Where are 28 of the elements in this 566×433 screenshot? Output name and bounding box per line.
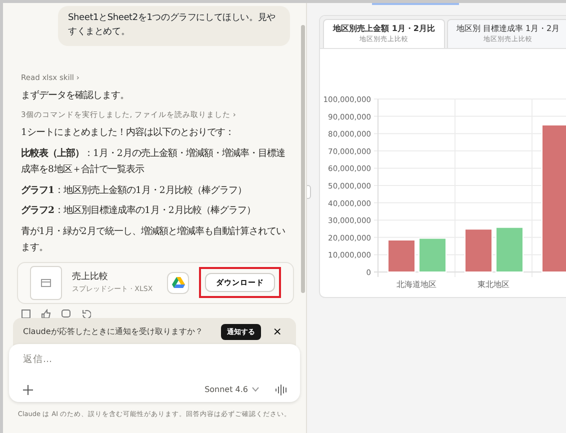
bar <box>496 226 524 272</box>
voice-icon[interactable] <box>275 384 288 396</box>
model-selector[interactable]: Sonnet 4.6 <box>204 384 248 396</box>
thumbs-up-icon[interactable] <box>41 308 51 318</box>
drive-button[interactable] <box>167 272 189 294</box>
spreadsheet-thumbnail-icon <box>30 266 62 300</box>
response-paragraph: グラフ2：地区別目標達成率の1月・2月比較（棒グラフ） <box>21 204 256 218</box>
x-axis-label: 東北地区 <box>478 280 510 289</box>
drive-logo-icon <box>172 277 184 288</box>
reply-field[interactable]: 返信... Sonnet 4.6 <box>9 344 300 402</box>
notification-text: Claudeが応答したときに通知を受け取りますか？ <box>23 326 204 338</box>
copy-icon[interactable] <box>21 308 31 318</box>
bar <box>464 228 492 272</box>
bar <box>388 239 416 272</box>
retry-icon[interactable] <box>81 308 91 318</box>
response-paragraph: 青が1月・緑が2月で統一し、増減額と増減率も自動計算されています。 <box>21 224 286 255</box>
response-paragraph: 比較表（上部）：1月・2月の売上金額・増減額・増減率・目標達成率を8地区＋合計で一覧表示 <box>21 146 286 177</box>
file-title: 売上比較 <box>72 270 109 284</box>
response-paragraph: グラフ1：地区別売上金額の1月・2月比較（棒グラフ） <box>21 184 248 198</box>
x-axis-label: 北海道地区 <box>396 280 436 289</box>
response-paragraph: まずデータを確認します。 <box>21 89 130 104</box>
chevron-down-icon[interactable] <box>252 387 259 392</box>
thumbs-down-icon[interactable] <box>61 308 71 318</box>
response-paragraph: 1シートにまとめました！内容は以下のとおりです： <box>21 126 235 140</box>
plus-icon[interactable] <box>23 384 33 395</box>
bar <box>418 238 446 272</box>
close-button[interactable]: × <box>268 324 286 340</box>
user-message: Sheet1とSheet2を1つのグラフにしてほしい。見やすくまとめて。 <box>58 6 290 46</box>
